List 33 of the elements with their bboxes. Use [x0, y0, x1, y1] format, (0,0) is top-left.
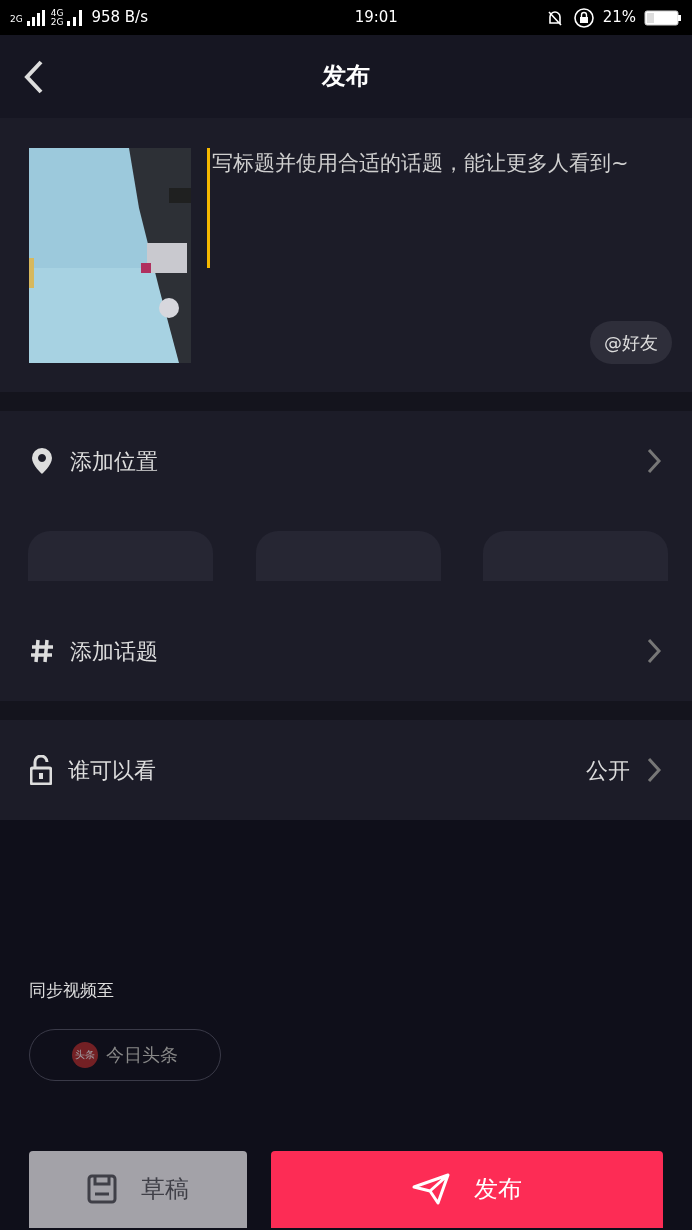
compose-panel[interactable]: 写标题并使用合适的话题，能让更多人看到~ @好友 — [0, 118, 692, 392]
chevron-right-icon — [646, 638, 662, 664]
row-label: 谁可以看 — [68, 756, 157, 785]
unlock-icon — [30, 755, 52, 785]
send-icon — [412, 1173, 450, 1205]
add-location-row[interactable]: 添加位置 — [0, 411, 692, 511]
row-label: 添加位置 — [70, 447, 159, 476]
signal-icon — [67, 9, 84, 26]
app-logo: 头条 — [72, 1041, 98, 1068]
add-topic-row[interactable]: 添加话题 — [0, 601, 692, 701]
draft-icon — [87, 1174, 117, 1204]
rotation-lock-icon — [572, 6, 595, 29]
sync-label: 同步视频至 — [29, 979, 115, 1002]
network-speed: 958 B/s — [91, 7, 148, 29]
network-label: 2G — [10, 13, 23, 27]
battery-level: 21% — [602, 7, 636, 29]
location-pin-icon — [30, 447, 54, 475]
network-label: 2G — [50, 17, 64, 27]
battery-icon — [644, 9, 682, 26]
row-value: 公开 — [586, 756, 630, 785]
caption-field[interactable]: 写标题并使用合适的话题，能让更多人看到~ — [207, 148, 672, 268]
chevron-right-icon — [646, 448, 662, 474]
clock: 19:01 — [354, 8, 398, 27]
signal-icon — [26, 9, 47, 26]
page-title: 发布 — [322, 62, 370, 91]
row-label: 添加话题 — [70, 637, 159, 666]
mention-friends-button[interactable]: @好友 — [590, 321, 672, 364]
visibility-row[interactable]: 谁可以看 公开 — [0, 720, 692, 820]
network-label: 4G — [50, 8, 64, 18]
chevron-right-icon — [646, 757, 662, 783]
draft-button[interactable]: 草稿 — [29, 1150, 247, 1228]
publish-button[interactable]: 发布 — [271, 1150, 663, 1228]
hashtag-icon — [30, 638, 54, 664]
